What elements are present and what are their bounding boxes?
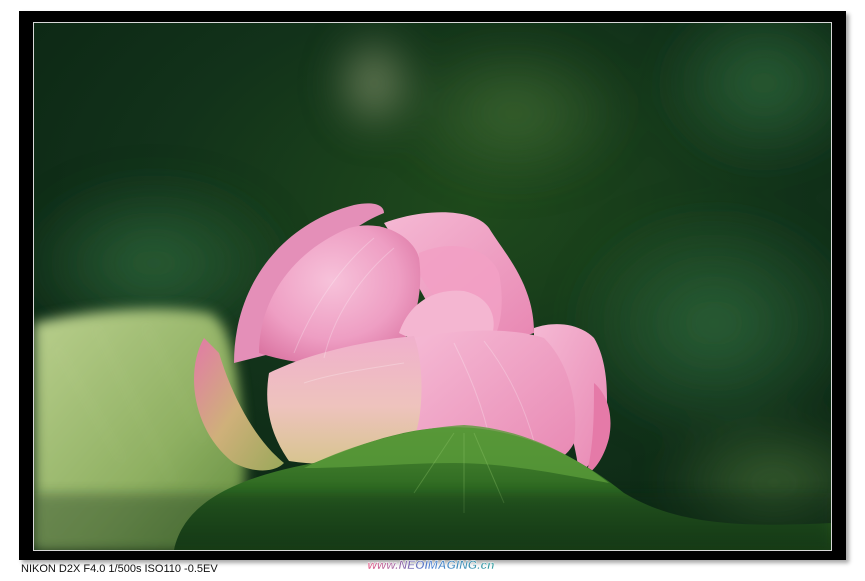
lotus-photo — [33, 22, 832, 551]
exif-caption: NIKON D2X F4.0 1/500s ISO110 -0.5EV — [21, 563, 218, 575]
site-watermark-logo: www.NEOIMAGING.cn — [352, 557, 510, 573]
watermark-text: www.NEOIMAGING.cn — [368, 558, 495, 572]
lotus-bud-image — [34, 23, 831, 550]
photo-page: NIKON D2X F4.0 1/500s ISO110 -0.5EV www.… — [0, 0, 865, 581]
